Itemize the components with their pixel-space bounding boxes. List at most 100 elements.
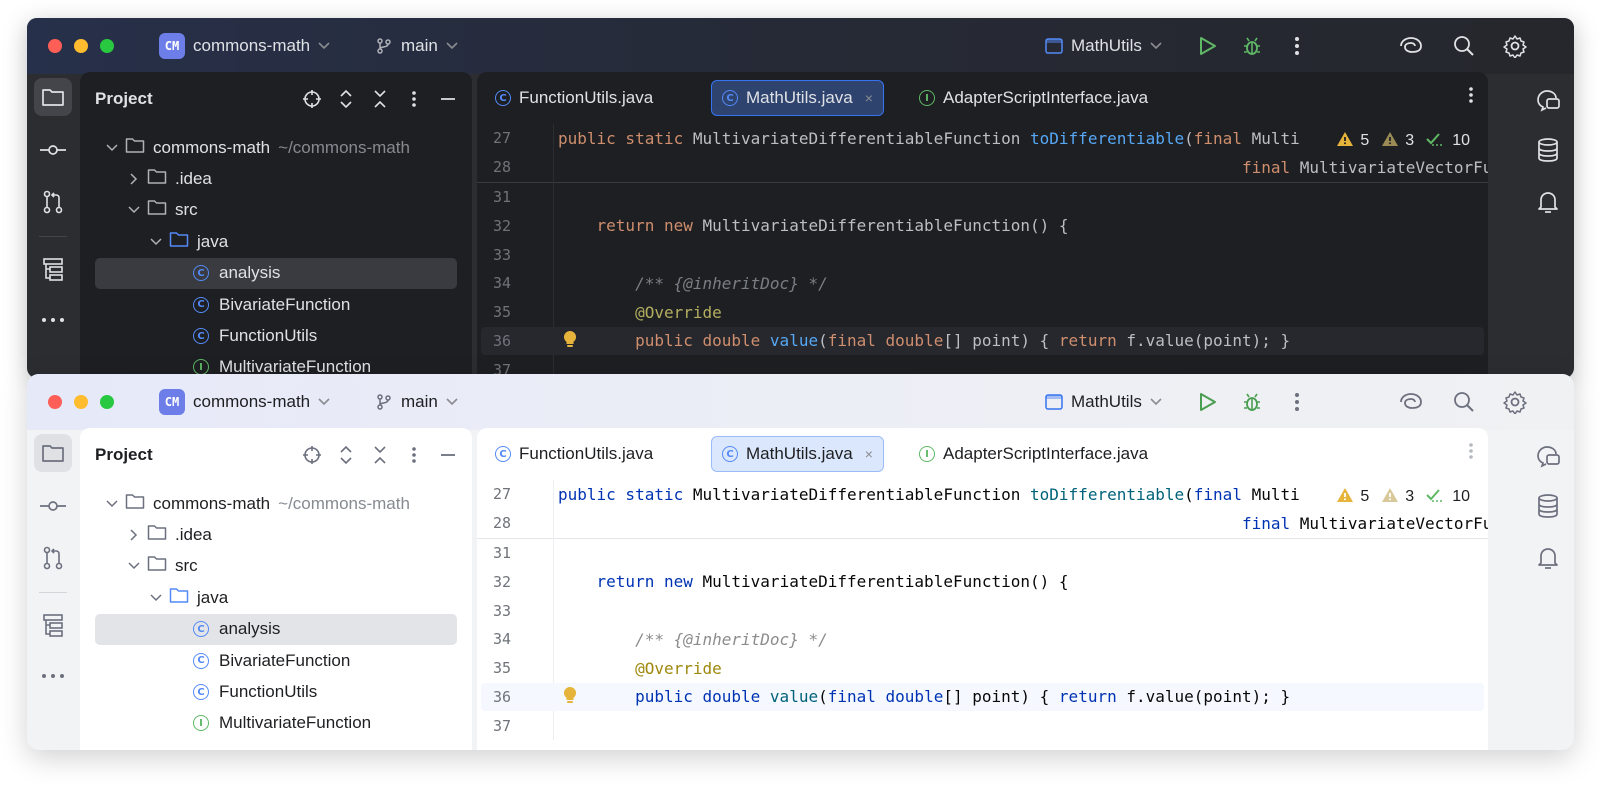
- line-number: 31: [492, 543, 511, 562]
- chevron-right-icon[interactable]: [125, 529, 143, 541]
- ai-assistant-button[interactable]: [1397, 388, 1425, 416]
- zoom-window-button[interactable]: [100, 39, 114, 53]
- tree-item[interactable]: src: [95, 195, 457, 226]
- inspection-widget[interactable]: 5 3 10: [1326, 484, 1476, 510]
- tree-item[interactable]: Canalysis: [95, 613, 457, 645]
- project-widget[interactable]: CM commons-math: [159, 31, 330, 61]
- tree-item[interactable]: C BivariateFunction: [95, 289, 457, 320]
- run-configuration-widget[interactable]: MathUtils: [1045, 31, 1162, 61]
- run-button[interactable]: [1194, 388, 1222, 416]
- options-button[interactable]: [400, 441, 428, 469]
- tab-options-button[interactable]: [1468, 442, 1474, 465]
- tab-mathutils[interactable]: C MathUtils.java ×: [711, 436, 884, 472]
- search-button[interactable]: [1450, 32, 1478, 60]
- zoom-window-button[interactable]: [100, 395, 114, 409]
- more-actions-button[interactable]: [1283, 388, 1311, 416]
- database-tool-button[interactable]: [1534, 492, 1562, 520]
- settings-button[interactable]: [1501, 32, 1529, 60]
- ai-chat-tool-button[interactable]: [1534, 442, 1562, 470]
- minimize-window-button[interactable]: [74, 39, 88, 53]
- ai-assistant-button[interactable]: [1397, 32, 1425, 60]
- tab-functionutils[interactable]: C FunctionUtils.java: [485, 80, 663, 116]
- class-icon: C: [722, 446, 738, 462]
- project-tool-button[interactable]: [34, 78, 72, 116]
- code-area[interactable]: 27 public static MultivariateDifferentiab…: [477, 480, 1488, 741]
- tab-adapterscriptinterface[interactable]: I AdapterScriptInterface.java: [909, 436, 1158, 472]
- tree-item[interactable]: commons-math ~/commons-math: [95, 132, 457, 163]
- close-tab-icon[interactable]: ×: [865, 446, 873, 462]
- run-configuration-widget[interactable]: MathUtils: [1045, 387, 1162, 417]
- tree-item[interactable]: java: [95, 582, 457, 613]
- chevron-down-icon[interactable]: [147, 594, 165, 602]
- commit-tool-button[interactable]: [34, 131, 72, 169]
- tree-item[interactable]: C FunctionUtils: [95, 676, 457, 707]
- close-tab-icon[interactable]: ×: [865, 90, 873, 106]
- tree-item[interactable]: C BivariateFunction: [95, 645, 457, 676]
- chevron-down-icon[interactable]: [125, 562, 143, 570]
- options-button[interactable]: [400, 85, 428, 113]
- tree-item[interactable]: java: [95, 226, 457, 257]
- collapse-all-button[interactable]: [366, 441, 394, 469]
- settings-button[interactable]: [1501, 388, 1529, 416]
- expand-all-button[interactable]: [332, 85, 360, 113]
- notifications-tool-button[interactable]: [1534, 544, 1562, 572]
- close-window-button[interactable]: [48, 39, 62, 53]
- tree-item[interactable]: .idea: [95, 163, 457, 194]
- class-icon: C: [191, 295, 211, 315]
- inspection-widget[interactable]: 5 3 10: [1326, 128, 1476, 154]
- chevron-down-icon[interactable]: [103, 144, 121, 152]
- code-text: final MultivariateVectorFu: [558, 514, 1488, 533]
- gear-icon: [1503, 35, 1527, 58]
- project-tool-button[interactable]: [34, 434, 72, 472]
- code-token: (: [818, 331, 828, 351]
- vcs-branch-widget[interactable]: main: [375, 387, 458, 417]
- hide-panel-button[interactable]: [434, 441, 462, 469]
- chevron-down-icon[interactable]: [103, 500, 121, 508]
- locate-file-button[interactable]: [298, 441, 326, 469]
- expand-all-button[interactable]: [332, 441, 360, 469]
- ai-chat-tool-button[interactable]: [1534, 86, 1562, 114]
- hide-panel-button[interactable]: [434, 85, 462, 113]
- tree-item[interactable]: C FunctionUtils: [95, 320, 457, 351]
- code-token: toDifferentiable: [1030, 484, 1185, 504]
- check-icon: [1426, 131, 1446, 152]
- tree-item[interactable]: src: [95, 551, 457, 582]
- more-tool-windows-button[interactable]: [34, 657, 72, 695]
- more-actions-button[interactable]: [1283, 32, 1311, 60]
- database-tool-button[interactable]: [1534, 136, 1562, 164]
- tree-item[interactable]: I MultivariateFunction: [95, 708, 457, 739]
- collapse-all-button[interactable]: [366, 85, 394, 113]
- editor: C FunctionUtils.java C MathUtils.java × I Adap…: [477, 72, 1488, 378]
- run-button[interactable]: [1194, 32, 1222, 60]
- tree-item[interactable]: Canalysis: [95, 257, 457, 289]
- pull-requests-tool-button[interactable]: [34, 539, 72, 577]
- tree-item[interactable]: .idea: [95, 519, 457, 550]
- tree-item[interactable]: commons-math ~/commons-math: [95, 488, 457, 519]
- locate-file-button[interactable]: [298, 85, 326, 113]
- tab-label: MathUtils.java: [746, 88, 853, 107]
- close-window-button[interactable]: [48, 395, 62, 409]
- chevron-down-icon[interactable]: [125, 206, 143, 214]
- chevron-right-icon[interactable]: [125, 173, 143, 185]
- more-tool-windows-button[interactable]: [34, 301, 72, 339]
- code-token: final double: [827, 687, 944, 707]
- search-button[interactable]: [1450, 388, 1478, 416]
- inspection-count: 3: [1405, 488, 1415, 505]
- chevron-down-icon[interactable]: [147, 238, 165, 246]
- pull-requests-tool-button[interactable]: [34, 183, 72, 221]
- structure-tool-button[interactable]: [34, 606, 72, 644]
- tab-options-button[interactable]: [1468, 86, 1474, 109]
- minimize-window-button[interactable]: [74, 395, 88, 409]
- code-token: /** {@inheritDoc} */: [635, 629, 828, 649]
- debug-button[interactable]: [1238, 388, 1266, 416]
- tab-adapterscriptinterface[interactable]: I AdapterScriptInterface.java: [909, 80, 1158, 116]
- tab-functionutils[interactable]: C FunctionUtils.java: [485, 436, 663, 472]
- tab-mathutils[interactable]: C MathUtils.java ×: [711, 80, 884, 116]
- vcs-branch-widget[interactable]: main: [375, 31, 458, 61]
- structure-tool-button[interactable]: [34, 250, 72, 288]
- project-widget[interactable]: CM commons-math: [159, 387, 330, 417]
- notifications-tool-button[interactable]: [1534, 188, 1562, 216]
- commit-tool-button[interactable]: [34, 487, 72, 525]
- debug-button[interactable]: [1238, 32, 1266, 60]
- code-area[interactable]: 27 public static MultivariateDifferentiab…: [477, 124, 1488, 378]
